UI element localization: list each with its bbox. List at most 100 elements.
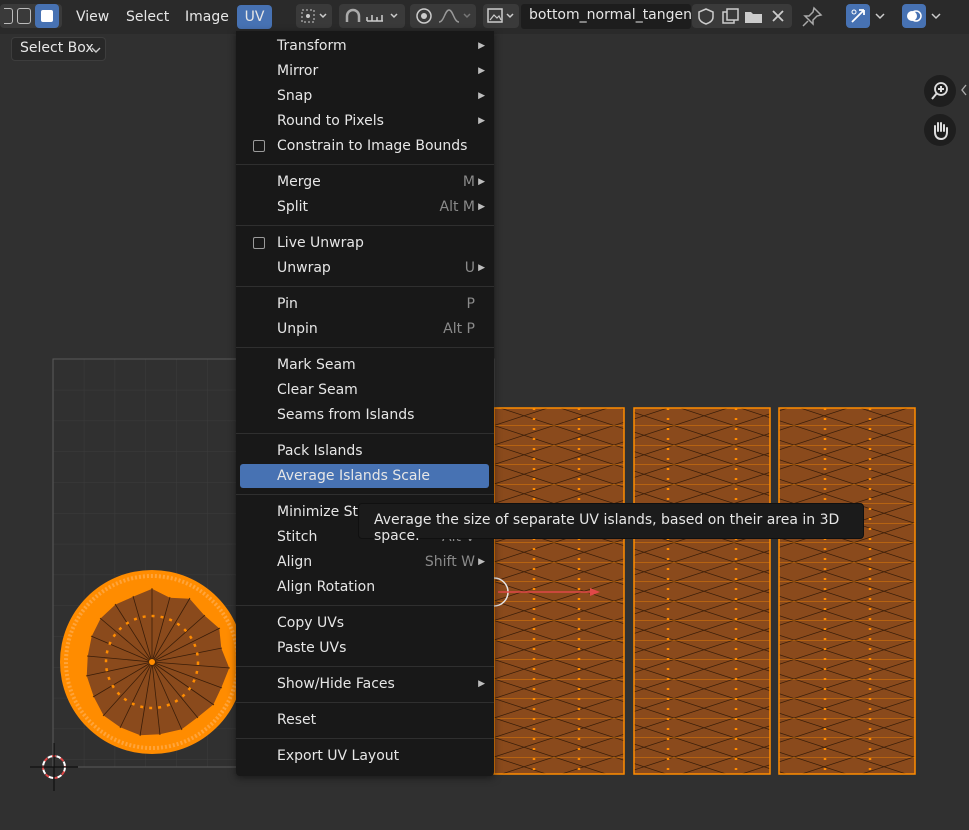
overlays-icon[interactable] <box>902 4 926 28</box>
pin-icon[interactable] <box>800 5 824 29</box>
submenu-arrow-icon: ▶ <box>478 177 485 187</box>
menu-item-average-islands-scale[interactable]: Average Islands Scale <box>240 464 489 488</box>
pivot-icon <box>301 9 327 23</box>
hand-icon <box>934 122 948 141</box>
menu-item-pin[interactable]: Pin P <box>240 292 489 316</box>
menu-item-label: Mark Seam <box>277 357 356 373</box>
menu-item-label: Seams from Islands <box>277 407 415 423</box>
uv-island-strip-2[interactable] <box>633 407 771 775</box>
menu-separator <box>236 702 494 703</box>
menu-select[interactable]: Select <box>118 5 177 29</box>
select-box-dropdown[interactable]: Select Box <box>11 37 106 61</box>
selection-mode-group <box>0 4 62 28</box>
image-browse-dropdown[interactable] <box>483 4 519 28</box>
menu-item-label: Stitch <box>277 529 318 545</box>
fake-user-shield-icon[interactable] <box>694 7 718 25</box>
menu-item-label: Unpin <box>277 321 318 337</box>
pivot-point-dropdown[interactable] <box>296 4 332 28</box>
shortcut-label: U <box>464 260 475 276</box>
gizmo-toggle-icon[interactable] <box>846 4 870 28</box>
proportional-edit-group <box>410 4 476 28</box>
menu-item-label: Merge <box>277 174 321 190</box>
menu-item-export-uv-layout[interactable]: Export UV Layout <box>240 744 489 768</box>
overlay-toggle-group <box>900 4 948 28</box>
menu-view[interactable]: View <box>68 5 117 29</box>
pan-view-button[interactable] <box>924 114 956 146</box>
menu-item-reset[interactable]: Reset <box>240 708 489 732</box>
uv-island-strip-3[interactable] <box>778 407 916 775</box>
menu-item-mirror[interactable]: Mirror ▶ <box>240 59 489 83</box>
menu-item-label: Align <box>277 554 313 570</box>
checkbox[interactable] <box>253 237 265 249</box>
menu-item-pack-islands[interactable]: Pack Islands <box>240 439 489 463</box>
menu-separator <box>236 494 494 495</box>
proportional-edit-icon[interactable] <box>412 7 436 25</box>
menu-item-label: Clear Seam <box>277 382 358 398</box>
submenu-arrow-icon: ▶ <box>478 116 485 126</box>
snap-increment-icon[interactable] <box>364 7 402 25</box>
menu-item-paste-uvs[interactable]: Paste UVs <box>240 636 489 660</box>
sidebar-toggle-icon[interactable] <box>960 84 968 96</box>
face-select-icon[interactable] <box>34 4 59 28</box>
editor-header: View Select Image UV bottom_normal_tange… <box>0 0 969 34</box>
menu-item-label: Constrain to Image Bounds <box>277 138 468 154</box>
duplicate-image-icon[interactable] <box>718 7 742 25</box>
menu-item-label: Show/Hide Faces <box>277 676 395 692</box>
menu-separator <box>236 666 494 667</box>
menu-item-live-unwrap[interactable]: Live Unwrap <box>240 231 489 255</box>
menu-separator <box>236 225 494 226</box>
uv-island-circle[interactable] <box>60 570 244 754</box>
menu-item-show-hide-faces[interactable]: Show/Hide Faces ▶ <box>240 672 489 696</box>
menu-item-seams-from-islands[interactable]: Seams from Islands <box>240 403 489 427</box>
menu-item-snap[interactable]: Snap ▶ <box>240 84 489 108</box>
menu-item-align[interactable]: Align Shift W ▶ <box>240 550 489 574</box>
menu-item-align-rotation[interactable]: Align Rotation <box>240 575 489 599</box>
menu-separator <box>236 286 494 287</box>
chevron-down-icon[interactable] <box>870 7 890 25</box>
image-actions-group <box>692 4 792 28</box>
close-icon[interactable] <box>766 7 790 25</box>
menu-item-label: Mirror <box>277 63 319 79</box>
menu-item-label: Average Islands Scale <box>277 468 431 484</box>
zoom-view-button[interactable] <box>924 75 956 107</box>
menu-item-label: Pin <box>277 296 298 312</box>
checkbox[interactable] <box>253 140 265 152</box>
gizmo-toggle-group <box>844 4 892 28</box>
menu-item-round-to-pixels[interactable]: Round to Pixels ▶ <box>240 109 489 133</box>
menu-item-label: Unwrap <box>277 260 331 276</box>
menu-item-transform[interactable]: Transform ▶ <box>240 34 489 58</box>
submenu-arrow-icon: ▶ <box>478 66 485 76</box>
uv-menu-dropdown: Transform ▶ Mirror ▶ Snap ▶ Round to Pixels… <box>236 31 494 776</box>
submenu-arrow-icon: ▶ <box>478 91 485 101</box>
image-name-field[interactable]: bottom_normal_tangent <box>521 4 698 29</box>
menu-item-unpin[interactable]: Unpin Alt P <box>240 317 489 341</box>
menu-item-label: Export UV Layout <box>277 748 400 764</box>
menu-item-label: Paste UVs <box>277 640 347 656</box>
submenu-arrow-icon: ▶ <box>478 557 485 567</box>
tooltip: Average the size of separate UV islands,… <box>358 503 864 544</box>
vertex-select-icon[interactable] <box>3 8 13 24</box>
chevron-down-icon[interactable] <box>926 7 946 25</box>
shortcut-label: P <box>466 296 475 312</box>
menu-item-label: Transform <box>277 38 347 54</box>
menu-item-constrain-to-image-bounds[interactable]: Constrain to Image Bounds <box>240 134 489 158</box>
menu-image[interactable]: Image <box>177 5 237 29</box>
menu-item-label: Align Rotation <box>277 579 376 595</box>
open-folder-icon[interactable] <box>742 7 766 25</box>
shortcut-label: Shift W <box>424 554 475 570</box>
menu-item-mark-seam[interactable]: Mark Seam <box>240 353 489 377</box>
menu-item-clear-seam[interactable]: Clear Seam <box>240 378 489 402</box>
submenu-arrow-icon: ▶ <box>478 263 485 273</box>
menu-item-merge[interactable]: Merge M ▶ <box>240 170 489 194</box>
menu-item-unwrap[interactable]: Unwrap U ▶ <box>240 256 489 280</box>
uv-island-strip-1[interactable] <box>493 407 625 775</box>
menu-item-label: Reset <box>277 712 317 728</box>
select-box-label: Select Box <box>20 40 94 56</box>
shortcut-label: Alt P <box>443 321 475 337</box>
menu-uv[interactable]: UV <box>237 5 272 29</box>
magnet-icon[interactable] <box>342 7 364 25</box>
menu-item-copy-uvs[interactable]: Copy UVs <box>240 611 489 635</box>
falloff-curve-icon[interactable] <box>436 7 474 25</box>
edge-select-icon[interactable] <box>16 8 31 24</box>
menu-item-split[interactable]: Split Alt M ▶ <box>240 195 489 219</box>
